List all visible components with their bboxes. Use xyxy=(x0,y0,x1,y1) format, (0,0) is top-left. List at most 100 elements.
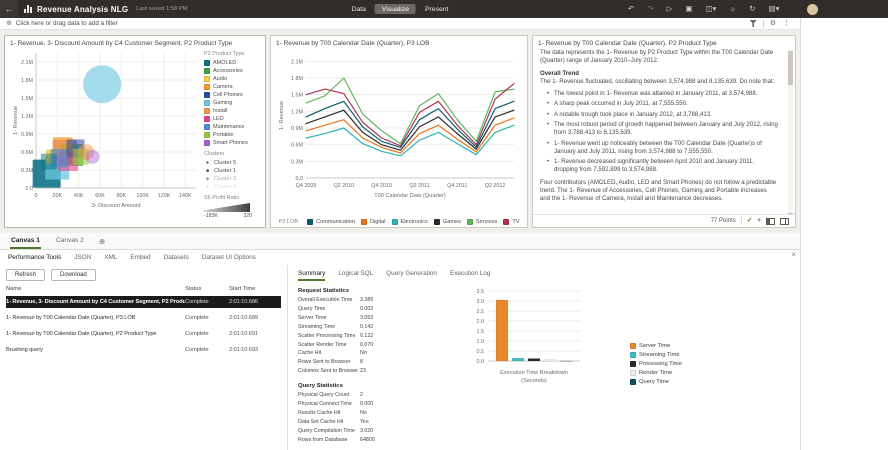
filter-funnel-icon[interactable] xyxy=(750,20,757,27)
developer-tab[interactable]: Datasets xyxy=(164,254,189,261)
legend-item[interactable]: Games xyxy=(434,219,461,225)
mode-tab[interactable]: Data xyxy=(352,6,366,13)
scrollbar-thumb[interactable] xyxy=(788,51,793,85)
table-row[interactable]: 1- Revenue by T00 Calendar Date (Quarter… xyxy=(6,312,281,324)
table-row[interactable]: 1- Revenue, 3- Discount Amount by C4 Cus… xyxy=(6,296,281,308)
legend-item[interactable]: Cell Phones xyxy=(204,91,260,99)
developer-tab[interactable]: JSON xyxy=(74,254,91,261)
add-annotation-icon[interactable]: + xyxy=(757,218,761,225)
legend-item[interactable]: Audio xyxy=(204,75,260,83)
legend-item[interactable]: Portable xyxy=(204,131,260,139)
canvas-tab[interactable]: Canvas 2 xyxy=(55,235,85,249)
cluster-item[interactable]: ■ Cluster 1 xyxy=(204,167,260,175)
axis-label: 1- Revenue xyxy=(279,101,285,130)
scatter-legend: P2 Product Type AMOLED Accessories xyxy=(202,48,260,220)
legend-item[interactable]: Processing Time xyxy=(630,359,682,368)
size-legend-max: 320 xyxy=(243,213,252,219)
bar-streaming-time[interactable] xyxy=(512,358,524,361)
toolbar-icon[interactable]: ↻ xyxy=(749,5,755,13)
nlg-paragraph: The 1- Revenue fluctuated, oscillating b… xyxy=(540,78,778,86)
cluster-item[interactable]: ● Cluster 4 xyxy=(204,183,260,191)
add-canvas-icon[interactable]: ⊕ xyxy=(99,237,105,249)
toolbar-icon[interactable]: ▷ xyxy=(667,5,673,13)
legend-item[interactable]: Electronics xyxy=(392,219,428,225)
close-icon[interactable]: × xyxy=(791,250,796,259)
legend-swatch xyxy=(204,140,210,146)
layout-split-icon[interactable] xyxy=(780,218,789,225)
stat-label: Streaming Time xyxy=(298,323,360,332)
legend-item[interactable]: TV xyxy=(503,219,519,225)
legend-item[interactable]: Communication xyxy=(307,219,355,225)
axis-label: 80K xyxy=(117,193,127,199)
legend-item[interactable]: AMOLED xyxy=(204,59,260,67)
user-avatar[interactable] xyxy=(807,4,818,15)
performance-detail-pane: Summary Logical SQL Query Generation Exe… xyxy=(288,265,800,450)
legend-item[interactable]: Smart Phones xyxy=(204,139,260,147)
series-line-tv[interactable] xyxy=(306,84,514,146)
query-list-pane: Refresh Download Name Status Start Time … xyxy=(0,265,288,450)
toolbar-icon[interactable]: ☼ xyxy=(729,5,736,13)
toolbar-icon[interactable]: ◫▾ xyxy=(705,5,716,13)
toolbar-icon[interactable]: ▣ xyxy=(685,5,692,13)
back-button[interactable]: ← xyxy=(0,0,18,18)
legend-item[interactable]: Accessories xyxy=(204,67,260,75)
developer-tab[interactable]: Performance Tools xyxy=(8,254,61,261)
legend-item[interactable]: Install xyxy=(204,107,260,115)
legend-item[interactable]: Server Time xyxy=(630,341,682,350)
canvas-tab[interactable]: Canvas 1 xyxy=(10,235,41,249)
table-row[interactable]: 1- Revenue by T00 Calendar Date (Quarter… xyxy=(6,328,281,340)
mode-tab[interactable]: Present xyxy=(425,6,448,13)
scatter-point[interactable] xyxy=(41,154,57,170)
nlg-bullet: The most robust period of growth happene… xyxy=(554,121,778,138)
axis-label: Q4 2011 xyxy=(447,183,467,189)
refresh-button[interactable]: Refresh xyxy=(6,269,45,281)
cluster-item[interactable]: ● Cluster 5 xyxy=(204,159,260,167)
nlg-viz-panel[interactable]: 1- Revenue by T00 Calendar Date (Quarter… xyxy=(532,35,796,228)
legend-item[interactable]: Digital xyxy=(361,219,386,225)
legend-item[interactable]: Gaming xyxy=(204,99,260,107)
summary-tab[interactable]: Logical SQL xyxy=(338,270,373,281)
query-table-body: 1- Revenue, 3- Discount Amount by C4 Cus… xyxy=(6,296,281,356)
axis-label: 120K xyxy=(158,193,171,199)
line-viz-panel[interactable]: 1- Revenue by T00 Calendar Date (Quarter… xyxy=(270,35,528,228)
scatter-point[interactable] xyxy=(86,150,100,164)
summary-tab[interactable]: Query Generation xyxy=(386,270,437,281)
legend-label: Services xyxy=(476,219,497,225)
cluster-item[interactable]: ◆ Cluster 3 xyxy=(204,175,260,183)
add-filter-icon[interactable]: ⊕ xyxy=(6,20,12,27)
section-title: Request Statistics xyxy=(298,288,420,294)
quality-check-icon[interactable]: ✓ xyxy=(747,218,752,225)
axis-label: 3.0 xyxy=(477,299,485,305)
legend-item[interactable]: Render Time xyxy=(630,368,682,377)
developer-tab[interactable]: Embed xyxy=(130,254,150,261)
summary-tab[interactable]: Summary xyxy=(298,270,325,281)
download-button[interactable]: Download xyxy=(51,269,96,281)
legend-item[interactable]: Query Time xyxy=(630,377,682,386)
stat-row: Rows Sent to Browser 8 xyxy=(298,358,420,367)
developer-tab[interactable]: XML xyxy=(104,254,117,261)
filter-bar[interactable]: ⊕ Click here or drag data to add a filte… xyxy=(0,18,800,30)
legend-item[interactable]: Streaming Time xyxy=(630,350,682,359)
developer-tab[interactable]: Dataset UI Options xyxy=(202,254,256,261)
mode-tab[interactable]: Visualize xyxy=(375,4,416,14)
scatter-point[interactable] xyxy=(83,65,121,103)
layout-left-icon[interactable] xyxy=(766,218,775,225)
toolbar-icon[interactable]: ↷ xyxy=(647,5,653,13)
axis-label: 2.5 xyxy=(477,309,485,315)
table-row[interactable]: Brushing query Complete 2:01:10.693 xyxy=(6,344,281,356)
toolbar-icon[interactable]: ↶ xyxy=(628,5,634,13)
bar-processing-time[interactable] xyxy=(528,359,540,361)
scatter-viz-panel[interactable]: 1- Revenue, 3- Discount Amount by C4 Cus… xyxy=(4,35,266,228)
legend-item[interactable]: Services xyxy=(467,219,497,225)
legend-item[interactable]: LED xyxy=(204,115,260,123)
toolbar-icon-group: ↶ ↷ ▷ ▣ ◫▾ ☼ ↻ ▤▾ xyxy=(628,5,779,13)
summary-tab[interactable]: Execution Log xyxy=(450,270,491,281)
legend-item[interactable]: Maintenance xyxy=(204,123,260,131)
filter-bar-icon[interactable]: ⚙ xyxy=(770,20,776,27)
bar-render-time[interactable] xyxy=(544,360,556,361)
bar-server-time[interactable] xyxy=(496,300,508,361)
toolbar-icon[interactable]: ▤▾ xyxy=(769,5,780,13)
scrollbar[interactable]: ▾ xyxy=(788,49,793,211)
filter-bar-icon[interactable]: ⋮ xyxy=(783,20,790,27)
legend-item[interactable]: Camera xyxy=(204,83,260,91)
